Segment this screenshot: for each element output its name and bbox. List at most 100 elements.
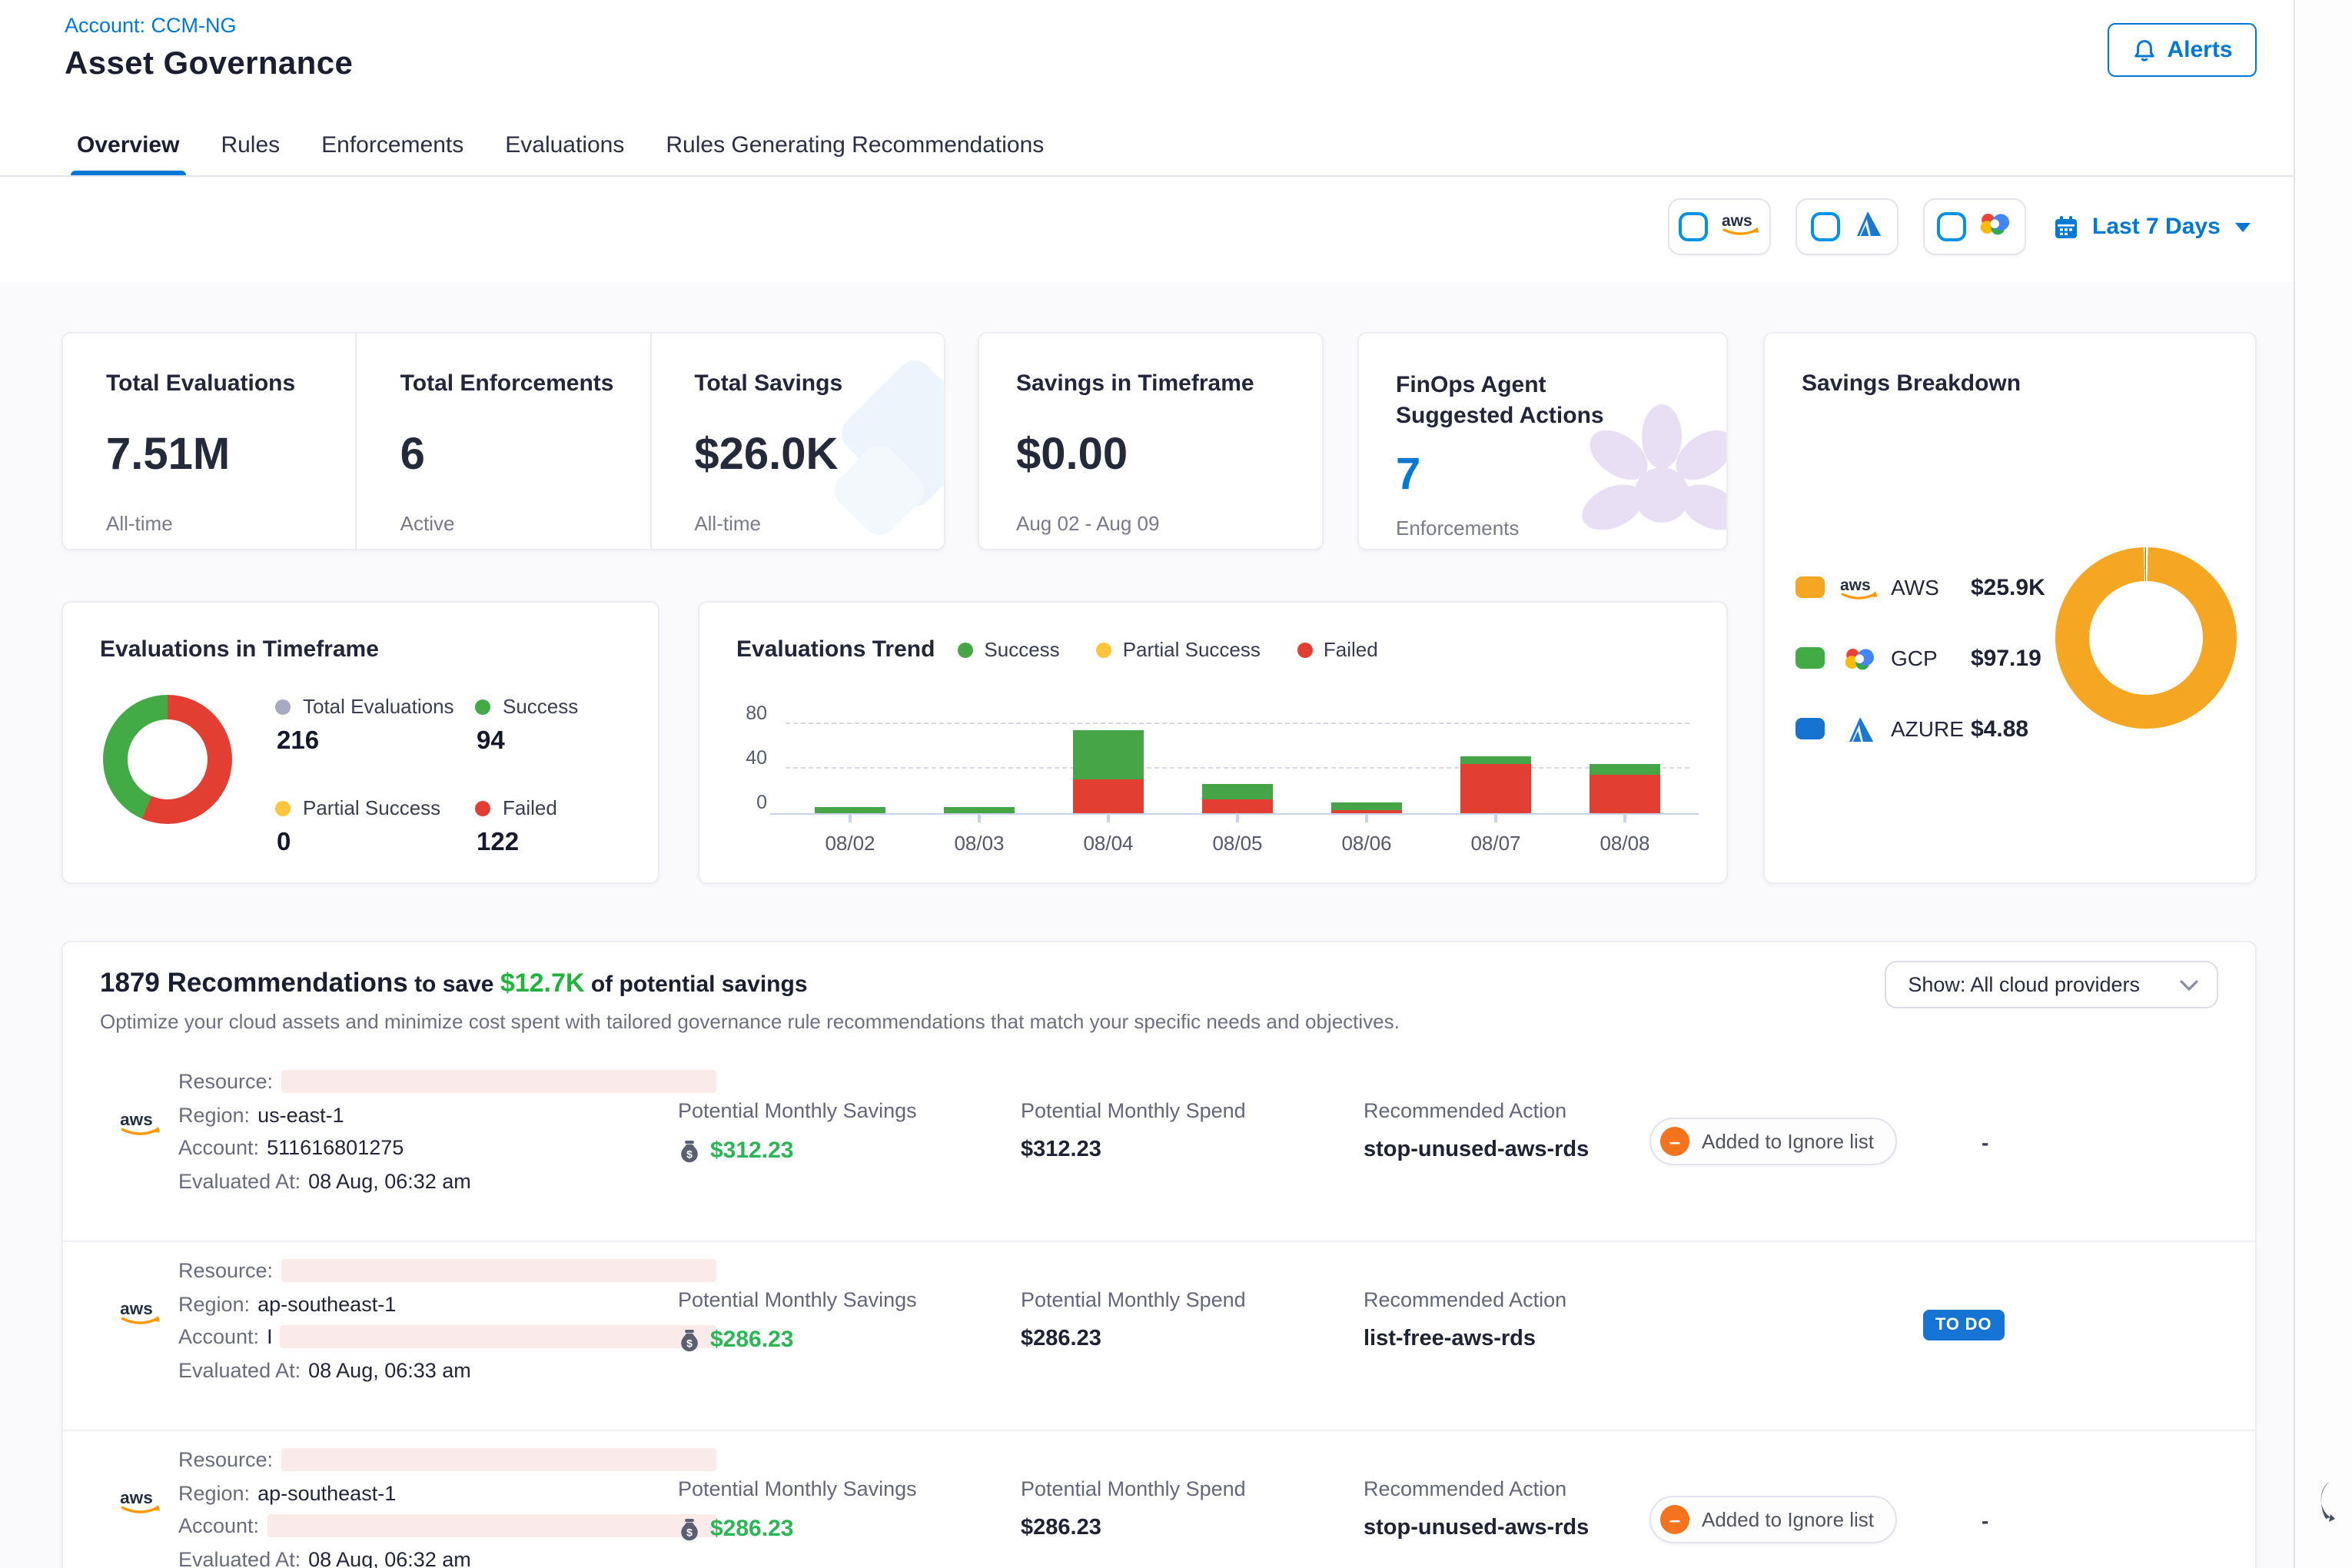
region-value: ap-southeast-1 bbox=[257, 1292, 396, 1315]
gcp-checkbox[interactable] bbox=[1937, 212, 1966, 241]
redacted-resource-value bbox=[281, 1070, 716, 1093]
legend-provider-name: AZURE bbox=[1891, 716, 1971, 741]
azure-logo-icon bbox=[1852, 208, 1883, 245]
tab-rules[interactable]: Rules bbox=[221, 115, 280, 175]
legend-provider-name: GCP bbox=[1891, 646, 1971, 670]
cloud-provider-filter-label: Show: All cloud providers bbox=[1908, 973, 2140, 996]
recommended-action: Recommended Action list-free-aws-rds bbox=[1364, 1288, 1566, 1351]
tab-rules-generating-recommendations[interactable]: Rules Generating Recommendations bbox=[666, 115, 1044, 175]
spend-value: $286.23 bbox=[1021, 1516, 1246, 1540]
empty-value-dash: - bbox=[1982, 1130, 1988, 1154]
potential-monthly-spend: Potential Monthly Spend $286.23 bbox=[1021, 1477, 1246, 1540]
trend-legend-partial: Partial Success bbox=[1097, 638, 1261, 661]
x-axis-label: 08/02 bbox=[825, 832, 875, 855]
page-header: Account: CCM-NG Asset Governance Alerts bbox=[0, 0, 2294, 115]
bar-group: 08/07 bbox=[1460, 756, 1531, 813]
svg-text:aws: aws bbox=[120, 1488, 153, 1507]
legend-provider-value: $97.19 bbox=[1971, 645, 2041, 671]
evaluations-timeframe-card: Evaluations in Timeframe Total Evaluatio… bbox=[61, 601, 659, 884]
filter-row: aws Last 7 Days bbox=[0, 178, 2294, 281]
savings-value: $286.23 bbox=[710, 1327, 793, 1353]
recommended-action: Recommended Action stop-unused-aws-rds bbox=[1364, 1477, 1589, 1540]
svg-text:$: $ bbox=[686, 1147, 693, 1159]
table-row[interactable]: aws Resource: Region:ap-southeast-1 Acco… bbox=[63, 1431, 2255, 1568]
stat-title: Total Enforcements bbox=[400, 370, 650, 397]
chevron-down-icon bbox=[2236, 222, 2251, 231]
x-axis-label: 08/08 bbox=[1600, 832, 1649, 855]
trend-bar-chart: 0 40 80 08/0208/0308/0408/0508/0608/0708… bbox=[786, 698, 1689, 813]
aws-checkbox[interactable] bbox=[1678, 212, 1707, 241]
x-axis-label: 08/03 bbox=[954, 832, 1004, 855]
evaluations-timeframe-title: Evaluations in Timeframe bbox=[100, 636, 621, 663]
aws-logo-icon: aws bbox=[118, 1108, 163, 1145]
empty-value-dash: - bbox=[1982, 1508, 1988, 1533]
scrollbar-gutter bbox=[2294, 0, 2352, 1568]
evaluations-trend-card: Evaluations Trend Success Partial Succes… bbox=[698, 601, 1728, 884]
legend-success: Success 94 bbox=[475, 695, 659, 756]
alerts-button-label: Alerts bbox=[2167, 37, 2232, 63]
x-axis-label: 08/05 bbox=[1212, 832, 1262, 855]
aws-swatch bbox=[1796, 576, 1825, 598]
resource-details: Resource: Region:us-east-1 Account:51161… bbox=[178, 1070, 716, 1202]
svg-text:$: $ bbox=[686, 1336, 693, 1348]
tab-bar: Overview Rules Enforcements Evaluations … bbox=[0, 115, 2294, 177]
added-to-ignore-list-pill[interactable]: – Added to Ignore list bbox=[1649, 1118, 1897, 1165]
legend-item-azure: AZURE $4.88 bbox=[1796, 706, 2045, 752]
tab-evaluations[interactable]: Evaluations bbox=[505, 115, 624, 175]
legend-provider-value: $4.88 bbox=[1971, 716, 2028, 742]
tab-enforcements[interactable]: Enforcements bbox=[321, 115, 463, 175]
page-title: Asset Governance bbox=[65, 46, 353, 83]
spend-value: $312.23 bbox=[1021, 1138, 1246, 1162]
stat-title: Total Evaluations bbox=[106, 370, 356, 397]
potential-monthly-savings: Potential Monthly Savings $ $312.23 bbox=[678, 1099, 917, 1164]
stat-sublabel: All-time bbox=[106, 512, 356, 535]
potential-monthly-spend: Potential Monthly Spend $286.23 bbox=[1021, 1288, 1246, 1351]
provider-filter-gcp[interactable] bbox=[1923, 198, 2026, 255]
alerts-button[interactable]: Alerts bbox=[2108, 23, 2257, 77]
azure-checkbox[interactable] bbox=[1811, 212, 1840, 241]
gray-dot-icon bbox=[275, 699, 291, 714]
table-row[interactable]: aws Resource: Region:ap-southeast-1 Acco… bbox=[63, 1242, 2255, 1431]
money-bag-icon: $ bbox=[678, 1138, 701, 1163]
ytick-80: 80 bbox=[746, 703, 767, 724]
cloud-provider-filter-dropdown[interactable]: Show: All cloud providers bbox=[1885, 961, 2218, 1008]
potential-monthly-savings: Potential Monthly Savings $ $286.23 bbox=[678, 1288, 917, 1353]
table-row[interactable]: aws Resource: Region:us-east-1 Account:5… bbox=[63, 1053, 2255, 1242]
stat-total-evaluations: Total Evaluations 7.51M All-time bbox=[63, 334, 356, 549]
recommendations-table: aws Resource: Region:us-east-1 Account:5… bbox=[63, 1053, 2255, 1568]
azure-swatch bbox=[1796, 718, 1825, 739]
svg-text:$: $ bbox=[686, 1525, 693, 1537]
svg-text:aws: aws bbox=[1721, 211, 1752, 229]
date-range-selector[interactable]: Last 7 Days bbox=[2052, 198, 2251, 255]
evaluated-at-value: 08 Aug, 06:32 am bbox=[308, 1547, 471, 1568]
gcp-logo-icon bbox=[1978, 210, 2012, 244]
provider-filter-azure[interactable] bbox=[1796, 198, 1899, 255]
evaluated-at-value: 08 Aug, 06:32 am bbox=[308, 1169, 471, 1192]
account-value: 511616801275 bbox=[267, 1136, 404, 1159]
money-bag-icon: $ bbox=[678, 1517, 701, 1541]
ignore-pill-label: Added to Ignore list bbox=[1702, 1130, 1874, 1153]
gcp-logo-icon bbox=[1839, 645, 1880, 671]
savings-in-timeframe-card: Savings in Timeframe $0.00 Aug 02 - Aug … bbox=[978, 332, 1324, 550]
trend-legend: Success Partial Success Failed bbox=[958, 638, 1377, 661]
green-dot-icon bbox=[475, 699, 490, 714]
evaluations-donut-chart bbox=[103, 695, 232, 824]
provider-filter-aws[interactable]: aws bbox=[1668, 198, 1771, 255]
watermark-flower bbox=[1576, 400, 1728, 550]
savings-value: $312.23 bbox=[710, 1138, 793, 1164]
bar-group: 08/04 bbox=[1073, 729, 1144, 813]
stat-total-enforcements: Total Enforcements 6 Active bbox=[356, 334, 650, 549]
summary-stats-card: Total Evaluations 7.51M All-time Total E… bbox=[61, 332, 945, 550]
savings-value: $286.23 bbox=[710, 1516, 793, 1542]
tab-overview[interactable]: Overview bbox=[77, 115, 179, 175]
account-value: I bbox=[267, 1325, 273, 1348]
evaluations-legend: Total Evaluations 216 Success 94 Partial… bbox=[275, 695, 659, 858]
added-to-ignore-list-pill[interactable]: – Added to Ignore list bbox=[1649, 1496, 1897, 1543]
legend-provider-name: AWS bbox=[1891, 575, 1971, 600]
account-breadcrumb-link[interactable]: Account: CCM-NG bbox=[65, 14, 237, 37]
red-dot-icon bbox=[475, 800, 490, 816]
minus-icon: – bbox=[1660, 1505, 1689, 1534]
cursor-artifact bbox=[2312, 1476, 2352, 1536]
recommendations-card: 1879 Recommendations to save $12.7K of p… bbox=[61, 941, 2257, 1568]
aws-logo-icon: aws bbox=[1719, 210, 1761, 244]
